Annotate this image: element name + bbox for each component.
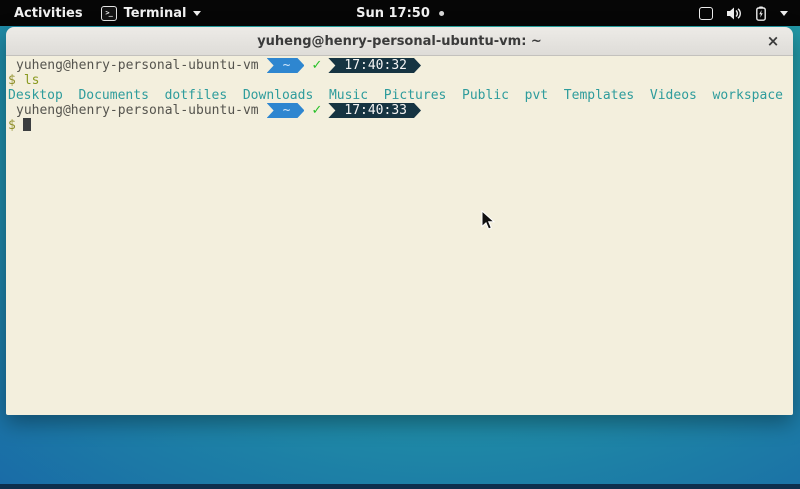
directory-item: Public xyxy=(462,88,509,103)
directory-item: workspace xyxy=(713,88,783,103)
prompt-line: yuheng@henry-personal-ubuntu-vm ~ ✓ 17:4… xyxy=(8,103,793,118)
desktop-background: Activities >_ Terminal Sun 17:50 xyxy=(0,0,800,489)
close-icon: × xyxy=(767,32,780,50)
cwd-segment: ~ xyxy=(267,103,305,118)
app-menu[interactable]: >_ Terminal xyxy=(101,6,202,21)
time-segment: 17:40:33 xyxy=(328,103,421,118)
status-check-icon: ✓ xyxy=(311,58,322,73)
clock-button[interactable]: Sun 17:50 xyxy=(356,6,444,21)
directory-item: pvt xyxy=(525,88,548,103)
notification-dot-icon xyxy=(439,11,444,16)
activities-button[interactable]: Activities xyxy=(10,6,87,21)
cwd-label: ~ xyxy=(283,103,291,118)
screen-bottom-edge xyxy=(0,484,800,489)
directory-item: Desktop xyxy=(8,88,63,103)
cwd-label: ~ xyxy=(283,58,291,73)
directory-item: Videos xyxy=(650,88,697,103)
terminal-app-icon: >_ xyxy=(101,6,117,21)
shell-prompt-symbol: $ xyxy=(8,118,16,133)
shell-prompt-symbol: $ xyxy=(8,73,16,88)
system-status-menu[interactable] xyxy=(699,6,788,21)
chevron-down-icon xyxy=(193,11,201,16)
username-host: yuheng@henry-personal-ubuntu-vm xyxy=(16,58,259,73)
clock-label: Sun 17:50 xyxy=(356,6,430,21)
window-titlebar[interactable]: yuheng@henry-personal-ubuntu-vm: ~ × xyxy=(6,27,793,56)
time-segment: 17:40:32 xyxy=(328,58,421,73)
close-button[interactable]: × xyxy=(761,27,785,55)
terminal-screen[interactable]: yuheng@henry-personal-ubuntu-vm ~ ✓ 17:4… xyxy=(6,56,793,415)
status-chevron-down-icon xyxy=(780,11,788,16)
window-title: yuheng@henry-personal-ubuntu-vm: ~ xyxy=(257,34,542,49)
directory-item: Music xyxy=(329,88,368,103)
username-host: yuheng@henry-personal-ubuntu-vm xyxy=(16,103,259,118)
top-bar: Activities >_ Terminal Sun 17:50 xyxy=(0,0,800,26)
app-menu-label: Terminal xyxy=(124,6,187,21)
directory-item: Downloads xyxy=(243,88,313,103)
command-line: $ ls xyxy=(8,73,793,88)
screen-icon xyxy=(699,7,713,20)
time-label: 17:40:32 xyxy=(344,58,407,73)
command-text: ls xyxy=(24,73,40,88)
status-check-icon: ✓ xyxy=(311,103,322,118)
terminal-window: yuheng@henry-personal-ubuntu-vm: ~ × yuh… xyxy=(6,27,793,415)
prompt-line: yuheng@henry-personal-ubuntu-vm ~ ✓ 17:4… xyxy=(8,58,793,73)
directory-item: Templates xyxy=(564,88,634,103)
directory-item: Documents xyxy=(78,88,148,103)
input-line: $ xyxy=(8,118,793,133)
directory-listing: Desktop Documents dotfiles Downloads Mus… xyxy=(8,88,793,103)
terminal-cursor xyxy=(23,118,31,131)
time-label: 17:40:33 xyxy=(344,103,407,118)
mouse-cursor xyxy=(481,210,496,231)
cwd-segment: ~ xyxy=(267,58,305,73)
directory-item: dotfiles xyxy=(165,88,228,103)
directory-item: Pictures xyxy=(384,88,447,103)
volume-icon xyxy=(727,7,742,20)
battery-charging-icon xyxy=(756,6,766,21)
